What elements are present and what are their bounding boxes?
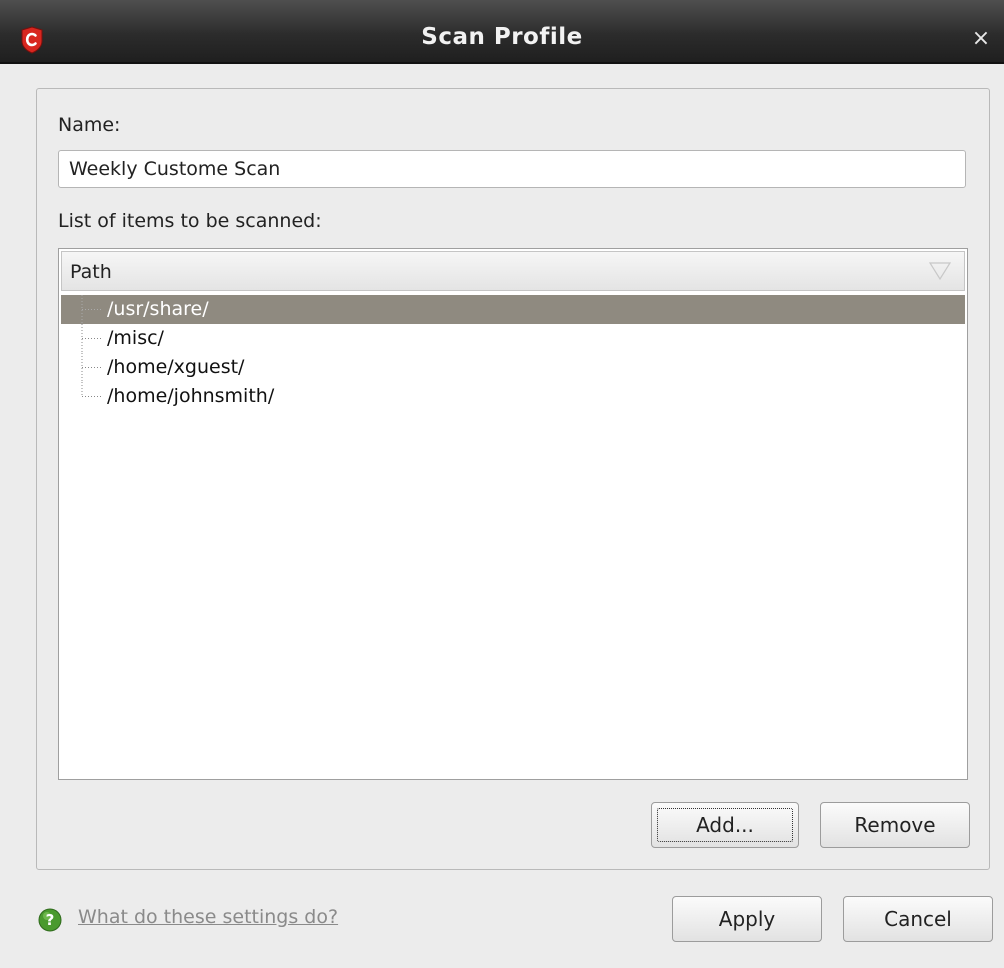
- scan-items-tree[interactable]: Path /usr/share/ /misc/ /home/xguest/ /h…: [58, 248, 968, 780]
- path-column-label: Path: [70, 261, 112, 283]
- window-title: Scan Profile: [421, 24, 583, 50]
- sort-triangle-icon[interactable]: [928, 260, 952, 282]
- tree-connector: [81, 353, 101, 382]
- help-question-icon[interactable]: ?: [38, 908, 62, 932]
- name-label: Name:: [58, 114, 121, 136]
- help-link[interactable]: What do these settings do?: [78, 906, 338, 928]
- title-bar[interactable]: Scan Profile ×: [0, 0, 1004, 64]
- remove-button[interactable]: Remove: [820, 802, 970, 848]
- apply-button[interactable]: Apply: [672, 896, 822, 942]
- scan-profile-dialog: Scan Profile × Name: List of items to be…: [0, 0, 1004, 968]
- tree-row[interactable]: /usr/share/: [61, 295, 965, 324]
- name-input[interactable]: [58, 150, 966, 188]
- focus-ring: [657, 808, 793, 842]
- tree-connector: [81, 324, 101, 353]
- tree-row-path: /home/xguest/: [107, 356, 245, 378]
- tree-connector: [81, 295, 101, 324]
- close-icon[interactable]: ×: [966, 24, 996, 54]
- tree-rows: /usr/share/ /misc/ /home/xguest/ /home/j…: [61, 295, 965, 411]
- tree-row[interactable]: /home/johnsmith/: [61, 382, 965, 411]
- add-button[interactable]: Add...: [651, 802, 799, 848]
- tree-row[interactable]: /misc/: [61, 324, 965, 353]
- path-column-header[interactable]: Path: [61, 251, 965, 291]
- cancel-button[interactable]: Cancel: [843, 896, 993, 942]
- tree-row[interactable]: /home/xguest/: [61, 353, 965, 382]
- tree-row-path: /home/johnsmith/: [107, 385, 275, 407]
- tree-connector: [81, 382, 101, 397]
- scan-items-label: List of items to be scanned:: [58, 210, 322, 232]
- tree-row-path: /misc/: [107, 327, 164, 349]
- svg-text:?: ?: [46, 911, 55, 929]
- tree-row-path: /usr/share/: [107, 298, 209, 320]
